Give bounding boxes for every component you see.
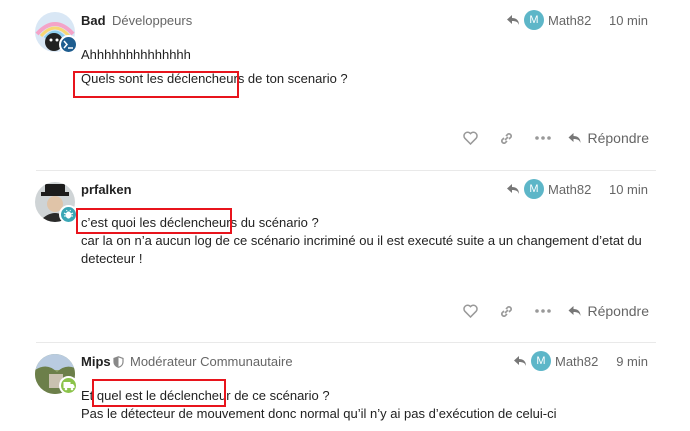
post-line: detecteur !	[81, 251, 143, 266]
post-actions: Répondre	[453, 124, 650, 152]
post-line: Pas le détecteur de mouvement donc norma…	[81, 406, 557, 421]
post-mips: Mips Modérateur Communautaire M Math82 9…	[0, 343, 690, 431]
post-time[interactable]: 10 min	[600, 13, 648, 28]
truck-icon	[59, 376, 78, 395]
username[interactable]: prfalken	[81, 182, 132, 197]
shield-icon	[113, 356, 124, 368]
highlight-box	[76, 208, 232, 234]
reply-to-username: Math82	[548, 181, 592, 197]
post-time[interactable]: 9 min	[600, 354, 648, 369]
post-line: Ahhhhhhhhhhhhhh	[81, 47, 191, 62]
reply-to-indicator[interactable]: M Math82	[513, 351, 598, 371]
reply-arrow-icon	[568, 306, 580, 316]
reply-to-username: Math82	[548, 12, 592, 28]
post-line: car la on n’a aucun log de ce scénario i…	[81, 233, 642, 248]
reply-label: Répondre	[587, 303, 650, 319]
heart-icon[interactable]	[453, 124, 489, 152]
post-actions: Répondre	[453, 297, 650, 325]
post-bad: Bad Développeurs M Math82 10 min Ahhhhhh…	[0, 0, 690, 170]
reply-arrow-icon	[507, 15, 519, 25]
link-icon[interactable]	[489, 124, 525, 152]
reply-to-indicator[interactable]: M Math82	[506, 179, 591, 199]
highlight-box	[73, 71, 239, 98]
reply-to-indicator[interactable]: M Math82	[506, 10, 591, 30]
highlight-box	[92, 379, 226, 407]
avatar: M	[524, 10, 544, 30]
reply-button[interactable]: Répondre	[561, 130, 650, 146]
reply-to-username: Math82	[555, 353, 599, 369]
post-prfalken: prfalken M Math82 10 min c’est quoi les …	[0, 171, 690, 342]
terminal-icon	[59, 35, 78, 54]
reply-label: Répondre	[587, 130, 650, 146]
avatar: M	[524, 179, 544, 199]
link-icon[interactable]	[489, 297, 525, 325]
heart-icon[interactable]	[453, 297, 489, 325]
reply-arrow-icon	[514, 356, 526, 366]
post-time[interactable]: 10 min	[600, 182, 648, 197]
reply-arrow-icon	[507, 184, 519, 194]
more-icon[interactable]	[525, 124, 561, 152]
user-title: Modérateur Communautaire	[130, 354, 293, 369]
user-title: Développeurs	[112, 13, 193, 28]
reply-button[interactable]: Répondre	[561, 303, 650, 319]
reply-arrow-icon	[568, 133, 580, 143]
more-icon[interactable]	[525, 297, 561, 325]
avatar: M	[531, 351, 551, 371]
username[interactable]: Mips	[81, 354, 111, 369]
username[interactable]: Bad	[81, 13, 106, 28]
